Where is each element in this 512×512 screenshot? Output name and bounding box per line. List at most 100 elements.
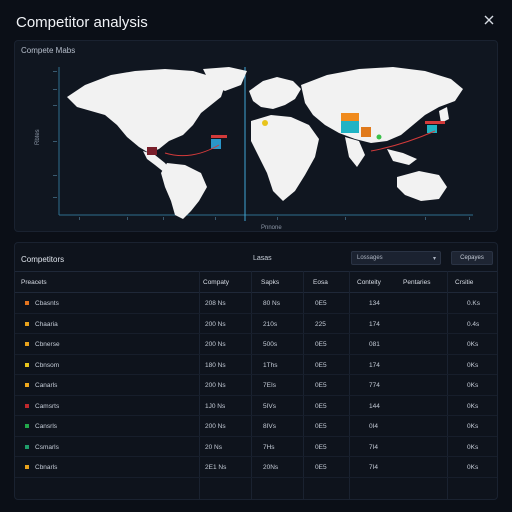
table-cell: 0E5 (315, 382, 327, 389)
column-header[interactable]: Crsitie (455, 279, 473, 286)
competitor-name: Cbasnts (35, 300, 59, 307)
table-cell: 20 Ns (205, 443, 222, 451)
column-header[interactable]: Pentaries (403, 279, 430, 286)
map-y-label: Rbtes (35, 129, 41, 145)
color-swatch (25, 403, 29, 408)
filter-dropdown[interactable]: Lossages ▾ (351, 251, 441, 265)
marker-europe (262, 120, 268, 126)
table-row[interactable]: Csmarls 20 Ns 7Hs 0E5 7I4 0Ks (15, 437, 497, 457)
table-cell: 0E5 (315, 361, 327, 369)
competitor-name: Cbnsom (35, 361, 60, 369)
color-swatch (25, 383, 29, 387)
filter-selected: Lossages (357, 255, 383, 261)
competitors-panel: Competitors Lasas Lossages ▾ Cepayes Pre… (14, 242, 498, 500)
table-header: Preacets Compaty Sapks Eosa Conteity Pen… (15, 271, 497, 293)
table-cell: 774 (369, 382, 380, 389)
color-swatch (25, 465, 29, 469)
export-button[interactable]: Cepayes (451, 251, 493, 265)
flow-arc-west (164, 144, 220, 157)
competitor-name: Canarls (35, 382, 58, 389)
marker-atlantic (211, 139, 221, 149)
table-cell: 144 (369, 402, 380, 410)
competitor-name: Cbnerse (35, 341, 60, 348)
marker-label-east-asia (425, 121, 445, 124)
table-cell: 200 Ns (205, 341, 226, 348)
table-cell: 0E5 (315, 443, 327, 451)
table-row[interactable]: Cbasnts 208 Ns 80 Ns 0E5 134 0.Ks (15, 293, 497, 314)
table-row[interactable]: Cansrls 200 Ns 8IVs 0E5 0I4 0Ks (15, 416, 497, 437)
table-row[interactable]: Cbnarls 2E1 Ns 20Ns 0E5 7I4 0Ks (15, 457, 497, 478)
table-row[interactable]: Chaaria 200 Ns 210s 225 174 0.4s (15, 314, 497, 334)
column-header[interactable]: Compaty (203, 279, 229, 286)
competitor-name: Camsrts (35, 402, 60, 410)
table-cell: 500s (263, 341, 278, 348)
india (345, 137, 365, 167)
marker-india (376, 134, 382, 140)
table-cell: 0Ks (467, 382, 479, 389)
column-header[interactable]: Conteity (357, 279, 381, 286)
table-cell: 0.4s (467, 320, 480, 328)
title-bar: Competitor analysis (0, 0, 512, 40)
column-header[interactable]: Sapks (261, 279, 279, 286)
marker-asia (361, 127, 371, 137)
table-row[interactable]: Cbnerse 200 Ns 500s 0E5 081 0Ks (15, 334, 497, 355)
column-header[interactable]: Preacets (21, 279, 47, 286)
japan (439, 107, 449, 123)
color-swatch (25, 362, 29, 367)
europe (249, 77, 301, 109)
table-cell: 208 Ns (205, 300, 226, 307)
table-cell: 0E5 (315, 464, 327, 471)
southeast-asia (387, 149, 417, 165)
map-x-label: Pnnone (261, 225, 282, 231)
marker-label-atlantic (211, 135, 227, 138)
table-cell: 2E1 Ns (205, 464, 227, 471)
color-swatch (25, 424, 29, 428)
column-header[interactable]: Eosa (313, 279, 328, 286)
north-america (67, 69, 225, 153)
table-cell: 7EIs (263, 382, 277, 389)
australia (397, 171, 447, 201)
africa (251, 115, 319, 201)
table-row[interactable]: Camsrts 1J0 Ns 5IVs 0E5 144 0Ks (15, 396, 497, 416)
table-cell: 80 Ns (263, 300, 280, 307)
table-cell: 225 (315, 320, 326, 328)
table-cell: 0Ks (467, 341, 479, 348)
table-cell: 0E5 (315, 341, 327, 348)
table-cell: 081 (369, 341, 380, 348)
chevron-down-icon: ▾ (432, 256, 436, 262)
color-swatch (25, 342, 29, 346)
table-cell: 7I4 (369, 464, 379, 471)
south-america (161, 163, 207, 219)
table-cell: 134 (369, 300, 380, 307)
competitor-name: Cbnarls (35, 464, 58, 471)
section-label: Lasas (253, 255, 272, 262)
table-cell: 0Ks (467, 464, 479, 471)
marker-central-america (147, 147, 157, 155)
table-cell: 7Hs (263, 443, 275, 451)
table-cell: 174 (369, 361, 380, 369)
competitor-name: Csmarls (35, 443, 59, 451)
table-cell: 174 (369, 320, 380, 328)
table-cell: 0.Ks (467, 300, 481, 307)
asia (301, 67, 463, 143)
close-button[interactable] (482, 13, 496, 27)
table-cell: 200 Ns (205, 320, 226, 328)
table-cell: 0E5 (315, 423, 327, 430)
table-cell: 5IVs (263, 402, 277, 410)
table-title: Competitors (21, 255, 65, 264)
table-cell: 0I4 (369, 423, 379, 430)
table-row[interactable]: Canarls 200 Ns 7EIs 0E5 774 0Ks (15, 375, 497, 396)
table-cell: 0E5 (315, 402, 327, 410)
color-swatch (25, 301, 29, 305)
table-row[interactable]: Cbnsom 180 Ns 1Ths 0E5 174 0Ks (15, 355, 497, 375)
close-icon (484, 15, 494, 25)
table-cell: 1J0 Ns (205, 402, 226, 410)
competitor-name: Chaaria (35, 320, 58, 328)
table-cell: 200 Ns (205, 382, 226, 389)
world-map[interactable]: Pnnone Rbtes (15, 41, 499, 233)
color-swatch (25, 321, 29, 326)
app-title: Competitor analysis (16, 14, 148, 31)
table-cell: 20Ns (263, 464, 279, 471)
color-swatch (25, 444, 29, 449)
table-cell: 180 Ns (205, 361, 226, 369)
